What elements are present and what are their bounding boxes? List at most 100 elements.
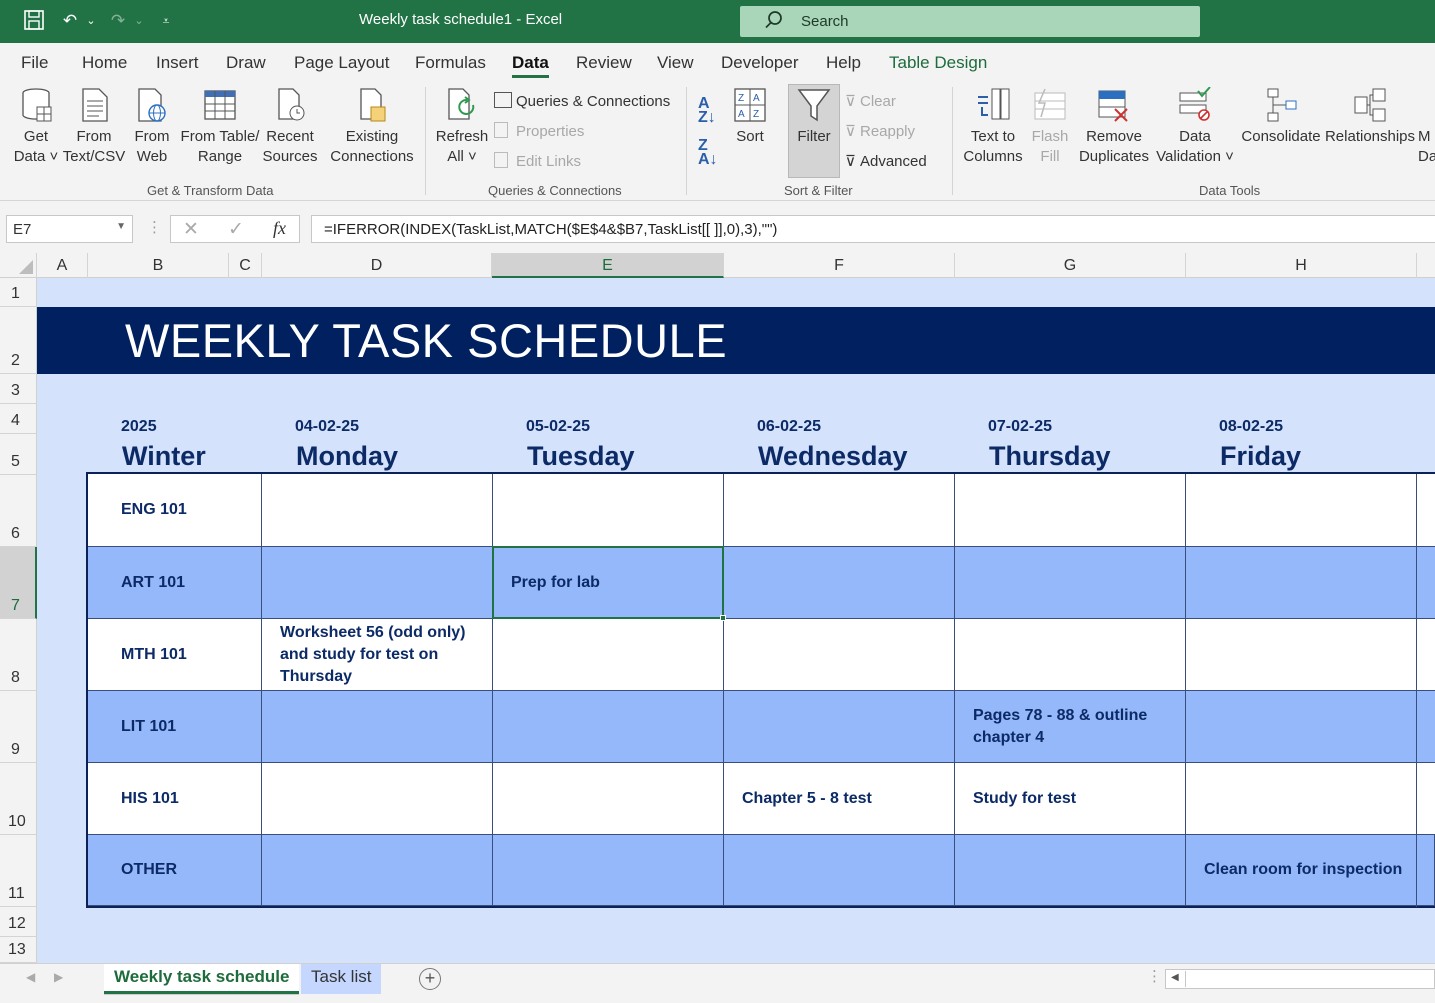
row-header-1[interactable]: 1 xyxy=(0,278,37,307)
column-header-h[interactable]: H xyxy=(1186,253,1417,278)
row-header-6[interactable]: 6 xyxy=(0,475,37,547)
add-sheet-icon[interactable]: + xyxy=(419,968,441,990)
row-header-3[interactable]: 3 xyxy=(0,374,37,404)
row-header-13[interactable]: 13 xyxy=(0,937,37,963)
data-validation-icon xyxy=(1179,87,1211,121)
tab-view[interactable]: View xyxy=(657,53,694,73)
row-header-11[interactable]: 11 xyxy=(0,835,37,907)
scroll-tabs-right-icon[interactable]: ▶ xyxy=(54,970,63,984)
tab-review[interactable]: Review xyxy=(576,53,632,73)
from-table-range-button[interactable]: From Table/ Range xyxy=(178,87,262,167)
row-header-4[interactable]: 4 xyxy=(0,404,37,434)
row-header-2[interactable]: 2 xyxy=(0,307,37,374)
sheet-tab-task-list[interactable]: Task list xyxy=(301,964,382,994)
reapply-button[interactable]: ⊽ Reapply xyxy=(845,122,915,140)
queries-connections-button[interactable]: Queries & Connections xyxy=(494,92,670,110)
tab-file[interactable]: File xyxy=(21,53,48,73)
remove-duplicates-label: Remove Duplicates xyxy=(1078,128,1150,165)
redo-dropdown-icon[interactable]: ⌄ xyxy=(132,9,146,33)
get-data-button[interactable]: Get Data ˅ xyxy=(12,87,60,167)
tab-insert[interactable]: Insert xyxy=(156,53,199,73)
column-header-b[interactable]: B xyxy=(88,253,229,278)
sort-a-to-z-icon[interactable]: A Z↓ xyxy=(698,96,716,126)
manage-data-model-button[interactable]: M Da xyxy=(1418,87,1435,167)
schedule-table-border xyxy=(86,472,1435,908)
fill-handle[interactable] xyxy=(720,615,726,621)
recent-sources-button[interactable]: Recent Sources xyxy=(262,87,318,167)
name-box-dropdown-icon[interactable]: ▼ xyxy=(116,221,126,232)
undo-icon[interactable]: ↶ xyxy=(58,9,82,33)
from-table-range-label: From Table/ Range xyxy=(180,128,260,165)
clear-filter-button[interactable]: ⊽ Clear xyxy=(845,92,896,110)
tab-table-design[interactable]: Table Design xyxy=(889,53,987,73)
existing-connections-button[interactable]: Existing Connections xyxy=(328,87,416,167)
redo-icon[interactable]: ↷ xyxy=(106,9,130,33)
column-header-d[interactable]: D xyxy=(262,253,492,278)
row-header-12[interactable]: 12 xyxy=(0,907,37,937)
column-header-g[interactable]: G xyxy=(955,253,1186,278)
sort-button[interactable]: ZAAZ Sort xyxy=(728,87,772,147)
text-to-columns-button[interactable]: Text to Columns xyxy=(960,87,1026,167)
advanced-filter-button[interactable]: ⊽ Advanced xyxy=(845,152,927,170)
tab-formulas[interactable]: Formulas xyxy=(415,53,486,73)
scrollbar-thumb[interactable] xyxy=(1185,971,1435,987)
from-web-button[interactable]: From Web xyxy=(130,87,174,167)
row-header-10[interactable]: 10 xyxy=(0,763,37,835)
consolidate-button[interactable]: Consolidate xyxy=(1238,87,1324,147)
group-queries-label: Queries & Connections xyxy=(488,183,622,198)
refresh-all-button[interactable]: Refresh All ˅ xyxy=(434,87,490,167)
filter-label: Filter xyxy=(797,128,831,145)
column-header-c[interactable]: C xyxy=(229,253,262,278)
day-date: 08-02-25 xyxy=(1219,418,1284,435)
remove-duplicates-button[interactable]: Remove Duplicates xyxy=(1076,87,1152,167)
flash-fill-button[interactable]: Flash Fill xyxy=(1028,87,1072,167)
select-all-button[interactable] xyxy=(0,253,37,278)
manage-data-model-label: M Da xyxy=(1418,128,1435,165)
tab-page-layout[interactable]: Page Layout xyxy=(294,53,389,73)
sort-icon: Z AA Z xyxy=(734,88,766,122)
column-header-f[interactable]: F xyxy=(724,253,955,278)
column-header-a[interactable]: A xyxy=(37,253,88,278)
properties-button[interactable]: Properties xyxy=(494,122,584,140)
svg-text:A: A xyxy=(753,93,760,104)
row-number: 6 xyxy=(11,525,20,542)
tab-data[interactable]: Data xyxy=(512,53,549,73)
edit-links-button[interactable]: Edit Links xyxy=(494,152,581,170)
insert-function-icon[interactable]: fx xyxy=(273,218,286,239)
relationships-button[interactable]: Relationships xyxy=(1324,87,1416,147)
horizontal-scrollbar[interactable]: ◀ xyxy=(1165,969,1435,989)
sort-z-to-a-icon[interactable]: Z A↓ xyxy=(698,138,718,168)
customize-toolbar-icon[interactable]: ⩡ xyxy=(154,9,178,33)
group-get-transform-label: Get & Transform Data xyxy=(147,183,274,198)
row-header-9[interactable]: 9 xyxy=(0,691,37,763)
text-file-icon xyxy=(82,88,108,122)
column-header-e[interactable]: E xyxy=(492,253,724,278)
tab-help[interactable]: Help xyxy=(826,53,861,73)
group-divider xyxy=(425,87,426,195)
tab-draw[interactable]: Draw xyxy=(226,53,266,73)
tab-developer[interactable]: Developer xyxy=(721,53,799,73)
group-data-tools-label: Data Tools xyxy=(1199,183,1261,198)
enter-icon[interactable]: ✓ xyxy=(228,218,244,241)
name-box[interactable]: E7 ▼ xyxy=(6,215,133,243)
tab-splitter-icon[interactable]: ⋮ xyxy=(1147,967,1162,985)
sheet-tab-weekly-task-schedule[interactable]: Weekly task schedule xyxy=(104,964,300,994)
row-header-5[interactable]: 5 xyxy=(0,434,37,475)
formula-input[interactable]: =IFERROR(INDEX(TaskList,MATCH($E$4&$B7,T… xyxy=(311,215,1435,243)
row-number: 12 xyxy=(8,915,26,932)
from-text-csv-label: From Text/CSV xyxy=(62,128,126,165)
cancel-icon[interactable]: ✕ xyxy=(183,218,199,241)
scroll-left-icon[interactable]: ◀ xyxy=(1171,972,1179,983)
data-validation-button[interactable]: Data Validation ˅ xyxy=(1156,87,1234,167)
row-header-8[interactable]: 8 xyxy=(0,619,37,691)
row-number: 1 xyxy=(11,285,20,302)
save-icon[interactable] xyxy=(22,9,46,33)
filter-button[interactable]: Filter xyxy=(790,87,838,147)
from-text-csv-button[interactable]: From Text/CSV xyxy=(62,87,126,167)
scroll-tabs-left-icon[interactable]: ◀ xyxy=(26,970,35,984)
row-header-7[interactable]: 7 xyxy=(0,547,37,619)
tab-home[interactable]: Home xyxy=(82,53,127,73)
search-box[interactable]: Search xyxy=(740,6,1200,37)
active-cell-outline xyxy=(492,546,724,619)
undo-dropdown-icon[interactable]: ⌄ xyxy=(84,9,98,33)
